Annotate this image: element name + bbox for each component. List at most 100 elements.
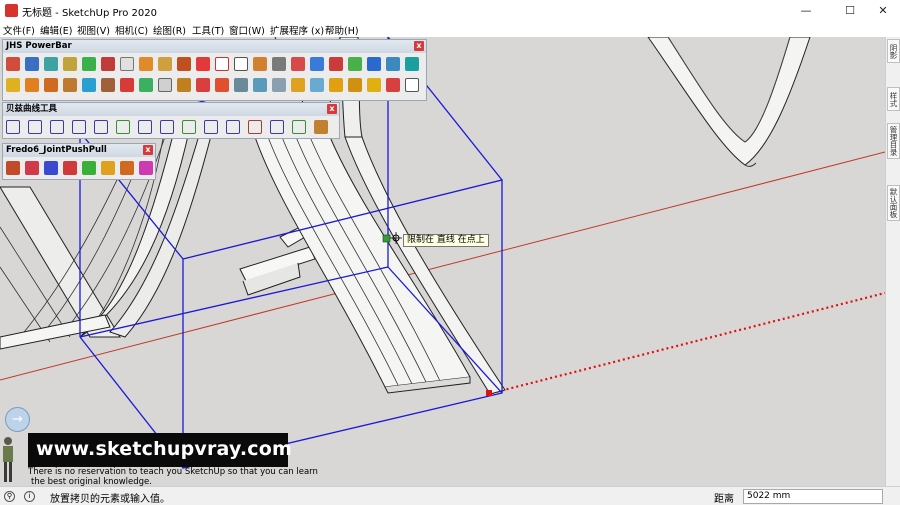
bezier-curve-icon[interactable] xyxy=(314,120,328,134)
jhs-tool-icon[interactable] xyxy=(25,57,39,71)
jhs-tool-icon[interactable] xyxy=(272,57,286,71)
bezier-curve-icon[interactable] xyxy=(72,120,86,134)
bezier-curve-icon[interactable] xyxy=(94,120,108,134)
bezier-curve-icon[interactable] xyxy=(50,120,64,134)
jhs-tool-icon[interactable] xyxy=(177,78,191,92)
jhs-tool-icon[interactable] xyxy=(196,78,210,92)
jhs-tool-icon[interactable] xyxy=(234,78,248,92)
jhs-tool-icon[interactable] xyxy=(44,78,58,92)
jhs-tool-icon[interactable] xyxy=(215,78,229,92)
bezier-curve-icon[interactable] xyxy=(226,120,240,134)
jhs-tool-icon[interactable] xyxy=(101,78,115,92)
jhs-tool-icon[interactable] xyxy=(63,57,77,71)
bezier-curve-icon[interactable] xyxy=(138,120,152,134)
jhs-tool-icon[interactable] xyxy=(177,57,191,71)
jhs-tool-icon[interactable] xyxy=(253,57,267,71)
jhs-tool-icon[interactable] xyxy=(101,57,115,71)
tray-tab-styles[interactable]: 样式 xyxy=(887,87,900,111)
jhs-tool-icon[interactable] xyxy=(139,57,153,71)
jhs-tool-icon[interactable] xyxy=(310,57,324,71)
jhs-tool-icon[interactable] xyxy=(120,78,134,92)
menu-file[interactable]: 文件(F) xyxy=(3,23,35,37)
jhs-tool-icon[interactable] xyxy=(25,78,39,92)
menu-view[interactable]: 视图(V) xyxy=(77,23,110,37)
jhs-tool-icon[interactable] xyxy=(291,78,305,92)
pushpull-tool-icon[interactable] xyxy=(6,161,20,175)
jhs-tool-icon[interactable] xyxy=(196,57,210,71)
jhs-tool-icon[interactable] xyxy=(158,78,172,92)
tray-tab-shadows[interactable]: 阴影 xyxy=(887,39,900,63)
jhs-row-2 xyxy=(6,78,424,96)
jhs-tool-icon[interactable] xyxy=(329,78,343,92)
pushpull-tool-icon[interactable] xyxy=(63,161,77,175)
inference-tooltip: 限制在 直线 在点上 xyxy=(403,234,489,247)
bezier-curve-icon[interactable] xyxy=(248,120,262,134)
menu-window[interactable]: 窗口(W) xyxy=(229,23,265,37)
status-message: 放置拷贝的元素或输入值。 xyxy=(50,494,170,505)
jhs-tool-icon[interactable] xyxy=(139,78,153,92)
toolbar-title: 贝兹曲线工具 x xyxy=(3,103,339,116)
bezier-curve-icon[interactable] xyxy=(6,120,20,134)
pushpull-tool-icon[interactable] xyxy=(44,161,58,175)
close-icon[interactable]: x xyxy=(327,104,337,114)
bezier-curve-icon[interactable] xyxy=(270,120,284,134)
jhs-tool-icon[interactable] xyxy=(253,78,267,92)
toolbar-title: Fredo6_JointPushPull x xyxy=(3,144,155,157)
bezier-curve-icon[interactable] xyxy=(116,120,130,134)
jhs-tool-icon[interactable] xyxy=(215,57,229,71)
menu-edit[interactable]: 编辑(E) xyxy=(40,23,72,37)
menu-tools[interactable]: 工具(T) xyxy=(192,23,224,37)
menu-extensions[interactable]: 扩展程序 (x) xyxy=(270,23,324,37)
jhs-tool-icon[interactable] xyxy=(272,78,286,92)
jhs-tool-icon[interactable] xyxy=(348,57,362,71)
jhs-tool-icon[interactable] xyxy=(6,78,20,92)
jhs-tool-icon[interactable] xyxy=(310,78,324,92)
pushpull-tool-icon[interactable] xyxy=(82,161,96,175)
bezier-curve-icon[interactable] xyxy=(160,120,174,134)
tray-tab-default-panel[interactable]: 默认面板 xyxy=(887,185,900,221)
jhs-tool-icon[interactable] xyxy=(405,78,419,92)
info-icon[interactable]: i xyxy=(24,491,35,502)
model-viewport[interactable]: JHS PowerBar x 贝兹曲线工具 x Fredo6_JointPush… xyxy=(0,37,885,486)
jhs-powerbar-toolbar: JHS PowerBar x xyxy=(2,39,427,101)
jhs-tool-icon[interactable] xyxy=(120,57,134,71)
jhs-tool-icon[interactable] xyxy=(386,57,400,71)
close-icon[interactable]: x xyxy=(414,41,424,51)
jhs-tool-icon[interactable] xyxy=(367,57,381,71)
pushpull-tool-icon[interactable] xyxy=(101,161,115,175)
measurements-input[interactable]: 5022 mm xyxy=(743,489,883,504)
bezier-curve-icon[interactable] xyxy=(182,120,196,134)
watermark-url: www.sketchupvray.com xyxy=(36,438,292,460)
menu-camera[interactable]: 相机(C) xyxy=(115,23,148,37)
minimize-button[interactable]: — xyxy=(787,0,825,21)
measurements-label: 距离 xyxy=(714,494,734,505)
pushpull-tool-icon[interactable] xyxy=(139,161,153,175)
close-button[interactable]: ✕ xyxy=(864,0,900,21)
bezier-curve-icon[interactable] xyxy=(28,120,42,134)
geolocation-icon[interactable]: ⚲ xyxy=(4,491,15,502)
jhs-tool-icon[interactable] xyxy=(158,57,172,71)
menu-help[interactable]: 帮助(H) xyxy=(325,23,359,37)
jhs-tool-icon[interactable] xyxy=(63,78,77,92)
bezier-curve-icon[interactable] xyxy=(204,120,218,134)
jhs-tool-icon[interactable] xyxy=(405,57,419,71)
jhs-tool-icon[interactable] xyxy=(329,57,343,71)
jhs-tool-icon[interactable] xyxy=(348,78,362,92)
menu-draw[interactable]: 绘图(R) xyxy=(153,23,186,37)
bezier-curve-icon[interactable] xyxy=(292,120,306,134)
jhs-tool-icon[interactable] xyxy=(6,57,20,71)
jhs-tool-icon[interactable] xyxy=(44,57,58,71)
jhs-tool-icon[interactable] xyxy=(82,57,96,71)
scale-figure-icon xyxy=(3,437,13,482)
title-bar: 无标题 - SketchUp Pro 2020 — ☐ ✕ xyxy=(0,0,900,21)
pushpull-tool-icon[interactable] xyxy=(120,161,134,175)
jhs-tool-icon[interactable] xyxy=(234,57,248,71)
jhs-tool-icon[interactable] xyxy=(367,78,381,92)
jhs-tool-icon[interactable] xyxy=(291,57,305,71)
pushpull-tool-icon[interactable] xyxy=(25,161,39,175)
jhs-tool-icon[interactable] xyxy=(82,78,96,92)
jhs-tool-icon[interactable] xyxy=(386,78,400,92)
instructor-toggle-button[interactable]: → xyxy=(5,407,30,432)
close-icon[interactable]: x xyxy=(143,145,153,155)
tray-tab-outliner[interactable]: 管理目录 xyxy=(887,123,900,159)
